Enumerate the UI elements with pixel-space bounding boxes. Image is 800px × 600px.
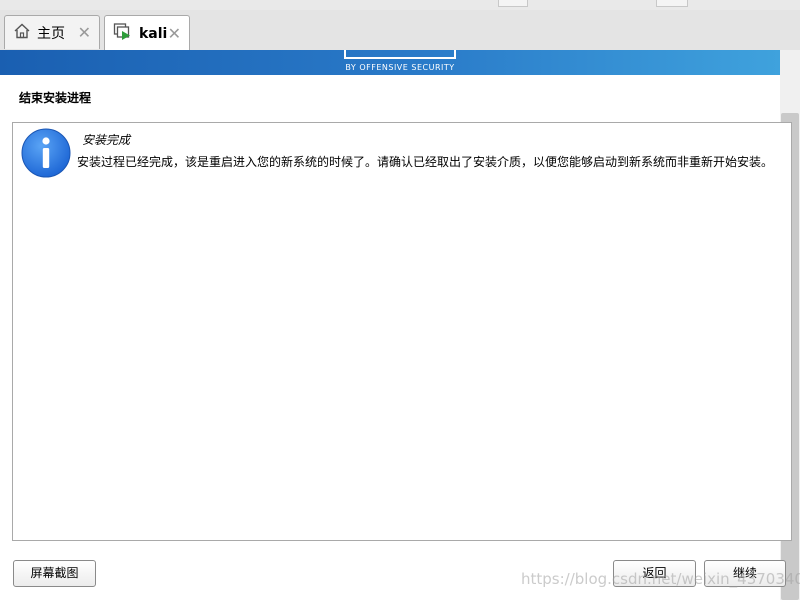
page-title: 结束安装进程 [19, 91, 92, 105]
message-title: 安装完成 [82, 133, 131, 147]
vm-icon [113, 22, 133, 45]
home-icon [13, 22, 31, 43]
banner-tagline: BY OFFENSIVE SECURITY [345, 63, 455, 72]
message-body: 安装过程已经完成，该是重启进入您的新系统的时候了。请确认已经取出了安装介质，以便… [77, 155, 774, 169]
close-icon[interactable]: ✕ [168, 25, 181, 42]
tab-home-label: 主页 [37, 25, 65, 42]
tab-home[interactable]: 主页 ✕ [4, 15, 100, 49]
tab-kali-label: kali [139, 25, 168, 42]
toolbar-segment [498, 0, 528, 7]
message-panel [12, 122, 792, 541]
toolbar-segment [656, 0, 688, 7]
kali-logo-frame [344, 50, 456, 59]
info-icon [21, 128, 71, 178]
screenshot-button[interactable]: 屏幕截图 [13, 560, 96, 587]
tab-bar: 主页 ✕ kali ✕ [0, 10, 800, 51]
close-icon[interactable]: ✕ [78, 24, 91, 41]
tab-kali[interactable]: kali ✕ [104, 15, 190, 51]
watermark: https://blog.csdn.net/weixin_43703403 [521, 570, 800, 588]
